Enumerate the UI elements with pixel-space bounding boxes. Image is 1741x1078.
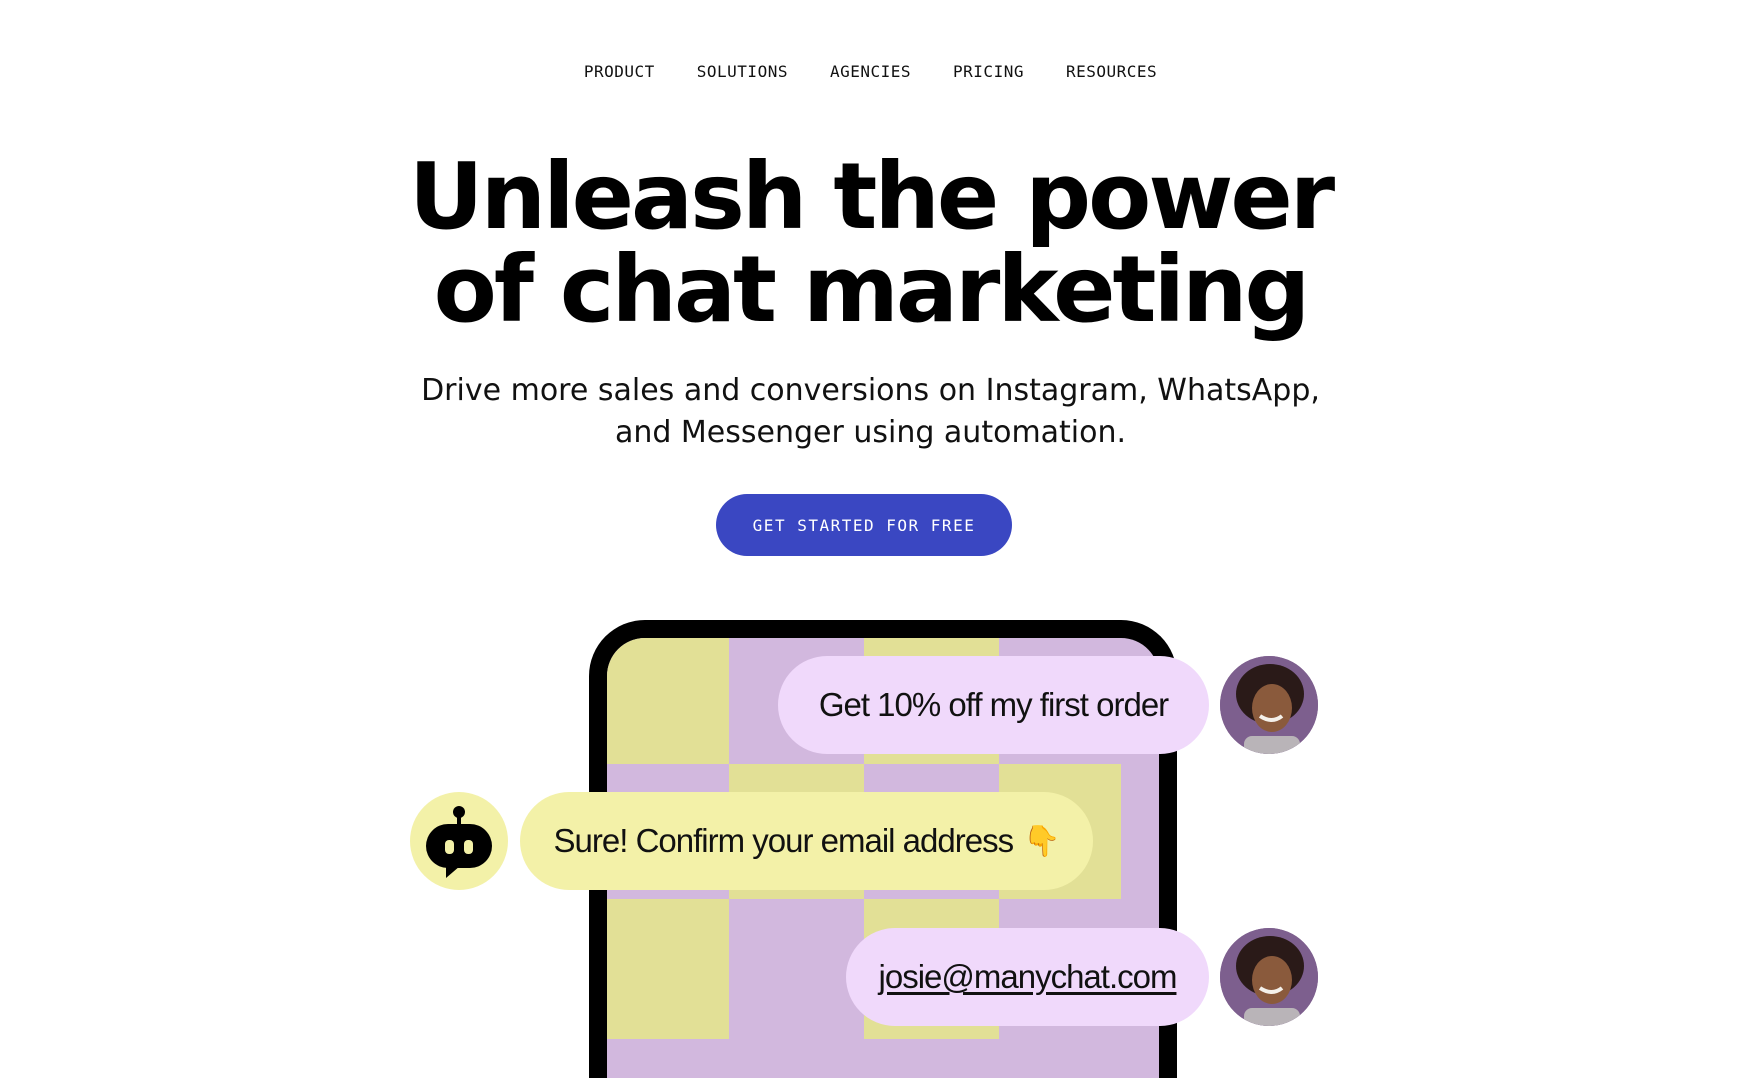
user-message-bubble: Get 10% off my first order [778, 656, 1209, 754]
user-avatar [1220, 656, 1318, 754]
top-nav: PRODUCT SOLUTIONS AGENCIES PRICING RESOU… [0, 62, 1741, 81]
hero-subheadline: Drive more sales and conversions on Inst… [0, 370, 1741, 454]
email-link[interactable]: josie@manychat.com [879, 958, 1178, 996]
robot-chat-icon [426, 806, 492, 878]
subhead-line-2: and Messenger using automation. [614, 415, 1127, 450]
nav-item-resources[interactable]: RESOURCES [1066, 62, 1157, 81]
bot-avatar [410, 792, 508, 890]
bot-message-text: Sure! Confirm your email address [553, 822, 1015, 859]
screen-tile [607, 899, 729, 1039]
bot-message-bubble: Sure! Confirm your email address 👇 [520, 792, 1093, 890]
nav-item-agencies[interactable]: AGENCIES [830, 62, 911, 81]
woman-portrait-icon [1220, 928, 1318, 1026]
nav-item-product[interactable]: PRODUCT [584, 62, 655, 81]
nav-item-pricing[interactable]: PRICING [953, 62, 1024, 81]
pointing-down-icon: 👇 [1023, 824, 1060, 858]
user-email-bubble: josie@manychat.com [846, 928, 1209, 1026]
user-message-text: Get 10% off my first order [818, 686, 1169, 723]
user-avatar [1220, 928, 1318, 1026]
headline-line-1: Unleash the power [408, 143, 1335, 250]
get-started-button[interactable]: GET STARTED FOR FREE [716, 494, 1012, 556]
hero-headline: Unleash the power of chat marketing [0, 150, 1741, 336]
screen-tile [607, 638, 729, 764]
subhead-line-1: Drive more sales and conversions on Inst… [421, 373, 1320, 408]
woman-portrait-icon [1220, 656, 1318, 754]
nav-item-solutions[interactable]: SOLUTIONS [697, 62, 788, 81]
headline-line-2: of chat marketing [433, 236, 1311, 343]
screen-tile [729, 899, 864, 1039]
